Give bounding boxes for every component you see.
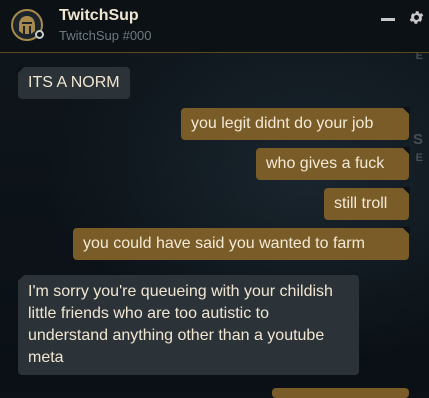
incoming-message: ITS A NORM xyxy=(17,66,130,99)
friend-name: TwitchSup xyxy=(59,7,139,24)
background-text: S xyxy=(412,131,425,148)
chat-header: TwitchSup TwitchSup #000 xyxy=(0,0,429,53)
outgoing-message-partial xyxy=(272,388,409,398)
friend-tag: TwitchSup #000 xyxy=(59,28,152,43)
outgoing-message: you legit didnt do your job xyxy=(181,107,410,140)
incoming-message: I'm sorry you're queueing with your chil… xyxy=(17,274,359,375)
background-text: E xyxy=(415,152,425,164)
outgoing-message: still troll xyxy=(324,187,410,220)
presence-status-dot xyxy=(35,30,44,39)
gear-icon[interactable] xyxy=(408,9,425,26)
outgoing-message: who gives a fuck xyxy=(256,147,410,180)
outgoing-message: you could have said you wanted to farm xyxy=(73,227,410,260)
minimize-icon[interactable] xyxy=(381,18,395,21)
